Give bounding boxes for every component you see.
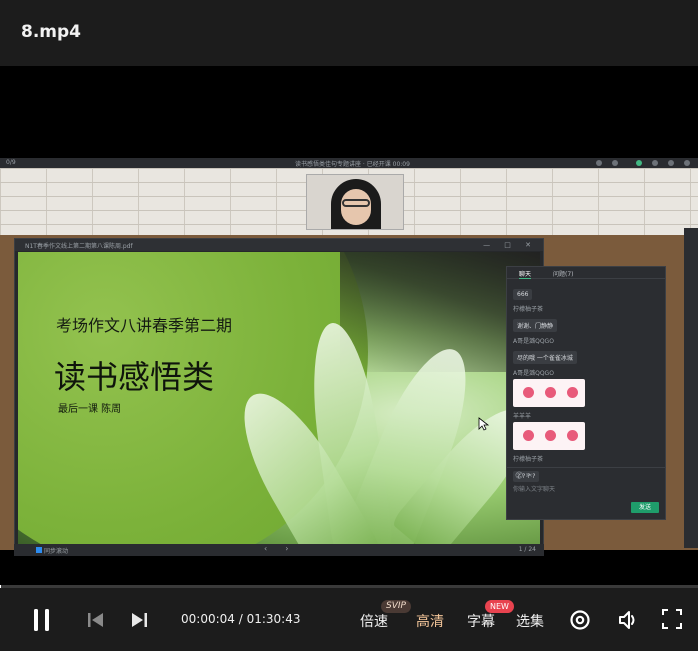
page-indicator: 1 / 24 <box>518 546 536 553</box>
speed-button[interactable]: 倍速 <box>360 611 388 631</box>
chat-input-area: ☺ ✂ 你输入文字聊天 发送 <box>507 467 665 519</box>
pdf-window-titlebar: N1T春季作文线上第二期第八课陈周.pdf — □ ✕ <box>15 239 543 251</box>
tab-questions[interactable]: 问题(7) <box>553 269 574 278</box>
control-bar: 00:00:04 / 01:30:43 倍速 SVIP 高清 字幕 NEW 选集 <box>0 588 698 651</box>
chat-messages: 666 柠檬柚子茶 谢谢、门静静 A哥是潞QQGO 尽的哦 一个雀雀冰城 A哥是… <box>513 281 663 482</box>
page-nav-arrows-icon[interactable]: ‹› <box>264 544 306 553</box>
thumbs-up-icon <box>523 430 534 441</box>
flower-icon <box>545 387 556 398</box>
time-display: 00:00:04 / 01:30:43 <box>181 612 300 626</box>
slide: 考场作文八讲春季第二期 读书感悟类 最后一课 陈周 <box>18 252 540 544</box>
slide-heading: 读书感悟类 <box>54 358 215 396</box>
skip-next-icon[interactable] <box>130 612 148 628</box>
chat-panel: 聊天 问题(7) 666 柠檬柚子茶 谢谢、门静静 A哥是潞QQGO 尽的哦 一… <box>506 266 666 520</box>
time-separator: / <box>234 612 247 626</box>
side-toolbar <box>684 228 698 548</box>
settings-ring-icon[interactable] <box>569 609 591 631</box>
reaction-card <box>513 422 585 450</box>
mic-icon <box>596 160 602 166</box>
chat-bubble: 谢谢、门静静 <box>513 319 558 332</box>
tab-chat[interactable]: 聊天 <box>519 269 532 279</box>
episodes-button[interactable]: 选集 <box>516 611 544 631</box>
star-icon <box>567 387 578 398</box>
subtitle-button[interactable]: 字幕 <box>467 611 495 631</box>
signal-icon <box>636 160 642 166</box>
pdf-window-title: N1T春季作文线上第二期第八课陈周.pdf <box>25 243 133 250</box>
star-icon <box>567 430 578 441</box>
recorded-app-titlebar: 0/9 读书感悟类佳句专题讲座 · 已经开课 00:09 <box>0 158 698 168</box>
camera-icon <box>612 160 618 166</box>
svip-badge: SVIP <box>381 600 411 613</box>
chat-sender: A哥是潞QQGO <box>513 338 554 345</box>
send-button[interactable]: 发送 <box>631 502 659 513</box>
chat-sender: 柠檬柚子茶 <box>513 456 544 463</box>
sync-checkbox[interactable] <box>36 547 42 553</box>
chat-tabs: 聊天 问题(7) <box>507 267 665 279</box>
flower-icon <box>545 430 556 441</box>
reaction-card <box>513 379 585 407</box>
recorded-app-left-text: 0/9 <box>6 159 16 166</box>
teacher-webcam <box>306 174 404 230</box>
quality-button[interactable]: 高清 <box>416 611 444 631</box>
sync-label: 同步滚动 <box>44 548 69 555</box>
mouse-cursor-icon <box>478 417 490 431</box>
window-controls-icon: — □ ✕ <box>483 241 537 249</box>
chat-sender: A哥是潞QQGO <box>513 370 554 377</box>
video-title: 8.mp4 <box>21 22 81 42</box>
video-player: 8.mp4 0/9 读书感悟类佳句专题讲座 · 已经开课 00:09 N1T春季… <box>0 0 698 651</box>
chat-sender: 羊羊羊 <box>513 413 532 420</box>
fullscreen-icon[interactable] <box>662 609 682 629</box>
slide-subtitle: 最后一课 陈周 <box>58 404 122 415</box>
new-badge: NEW <box>485 600 514 613</box>
emoji-icon[interactable]: ☺ ✂ <box>515 471 533 480</box>
time-total: 01:30:43 <box>246 612 301 626</box>
settings-icon <box>652 160 658 166</box>
video-surface[interactable]: 0/9 读书感悟类佳句专题讲座 · 已经开课 00:09 N1T春季作文线上第二… <box>0 66 698 586</box>
chat-input[interactable]: 你输入文字聊天 <box>513 484 555 493</box>
minimize-icon <box>668 160 674 166</box>
slide-title: 考场作文八讲春季第二期 <box>56 316 233 335</box>
pdf-toolbar: 同步滚动 ‹› 1 / 24 <box>14 544 544 556</box>
recorded-app-caption: 读书感悟类佳句专题讲座 · 已经开课 00:09 <box>295 161 410 168</box>
chat-bubble: 尽的哦 一个雀雀冰城 <box>513 351 577 364</box>
volume-icon[interactable] <box>617 609 639 631</box>
thumbs-up-icon <box>523 387 534 398</box>
time-current: 00:00:04 <box>181 612 235 626</box>
pause-icon[interactable] <box>32 608 52 632</box>
close-icon <box>684 160 690 166</box>
title-bar: 8.mp4 <box>0 0 698 66</box>
chat-bubble: 666 <box>513 289 533 300</box>
skip-previous-icon[interactable] <box>87 612 105 628</box>
chat-sender: 柠檬柚子茶 <box>513 306 544 313</box>
